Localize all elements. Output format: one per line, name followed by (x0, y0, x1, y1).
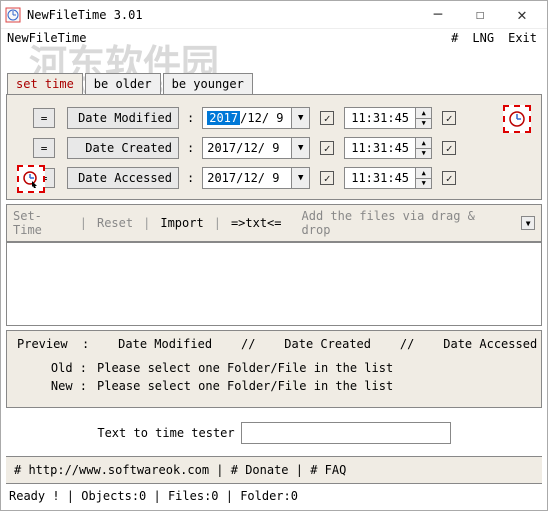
text-to-time-tester: Text to time tester (6, 416, 542, 450)
date-input-modified[interactable]: 2017/12/ 9 ▼ (202, 107, 310, 129)
new-value: Please select one Folder/File in the lis… (97, 379, 393, 393)
bottom-links: # http://www.softwareok.com | # Donate |… (6, 456, 542, 484)
time-text[interactable]: 11:31:45 (345, 168, 415, 188)
tester-input[interactable] (241, 422, 451, 444)
bottom-links-text[interactable]: # http://www.softwareok.com | # Donate |… (14, 463, 346, 477)
colon: : (187, 111, 194, 125)
date-dropdown-icon[interactable]: ▼ (291, 108, 309, 128)
titlebar: NewFileTime 3.01 ─ ☐ ✕ (1, 1, 547, 29)
old-value: Please select one Folder/File in the lis… (97, 361, 393, 375)
preview-header: Preview : Date Modified // Date Created … (17, 337, 537, 351)
minimize-button[interactable]: ─ (417, 2, 459, 28)
exit-link[interactable]: Exit (508, 31, 537, 45)
tester-label: Text to time tester (97, 426, 234, 440)
row-created: = Date Created : 2017/12/ 9 ▼ ✓ 11:31:45… (15, 137, 533, 159)
txt-button[interactable]: =>txt<= (231, 216, 282, 230)
date-rest: /12/ 9 (240, 111, 283, 125)
drag-drop-dropdown[interactable]: ▼ (521, 216, 535, 230)
date-text[interactable]: 2017/12/ 9 (203, 168, 291, 188)
preview-panel: Preview : Date Modified // Date Created … (6, 330, 542, 408)
checkbox-created-date[interactable]: ✓ (320, 141, 334, 155)
row-modified: = Date Modified : 2017/12/ 9 ▼ ✓ 11:31:4… (15, 107, 533, 129)
tab-be-younger[interactable]: be younger (163, 73, 253, 94)
spinner[interactable]: ▲▼ (415, 108, 431, 128)
brand-link[interactable]: NewFileTime (7, 31, 86, 45)
time-text[interactable]: 11:31:45 (345, 138, 415, 158)
time-text[interactable]: 11:31:45 (345, 108, 415, 128)
old-label: Old : (17, 361, 87, 375)
eq-button-modified[interactable]: = (33, 108, 55, 128)
label-created: Date Created (67, 137, 179, 159)
window-controls: ─ ☐ ✕ (417, 2, 543, 28)
tab-be-older[interactable]: be older (85, 73, 161, 94)
spinner[interactable]: ▲▼ (415, 138, 431, 158)
date-input-accessed[interactable]: 2017/12/ 9 ▼ (202, 167, 310, 189)
window-title: NewFileTime 3.01 (27, 8, 417, 22)
spinner[interactable]: ▲▼ (415, 168, 431, 188)
app-icon (5, 7, 21, 23)
hash-link[interactable]: # (451, 31, 458, 45)
time-panel: = Date Modified : 2017/12/ 9 ▼ ✓ 11:31:4… (6, 94, 542, 200)
checkbox-accessed-time[interactable]: ✓ (442, 171, 456, 185)
checkbox-accessed-date[interactable]: ✓ (320, 171, 334, 185)
file-list[interactable] (6, 242, 542, 326)
lng-link[interactable]: LNG (472, 31, 494, 45)
new-label: New : (17, 379, 87, 393)
time-input-accessed[interactable]: 11:31:45 ▲▼ (344, 167, 432, 189)
colon: : (187, 171, 194, 185)
checkbox-modified-date[interactable]: ✓ (320, 111, 334, 125)
toolbar: Set-Time | Reset | Import | =>txt<= Add … (6, 204, 542, 242)
time-input-modified[interactable]: 11:31:45 ▲▼ (344, 107, 432, 129)
date-year-selected[interactable]: 2017 (207, 111, 240, 125)
status-text: Ready ! | Objects:0 | Files:0 | Folder:0 (9, 489, 298, 503)
time-input-created[interactable]: 11:31:45 ▲▼ (344, 137, 432, 159)
set-time-button[interactable]: Set-Time (13, 209, 70, 237)
drag-drop-hint: Add the files via drag & drop (302, 209, 508, 237)
colon: : (187, 141, 194, 155)
tabs: set time be older be younger (1, 49, 547, 94)
clock-icon[interactable] (503, 105, 531, 133)
date-input-created[interactable]: 2017/12/ 9 ▼ (202, 137, 310, 159)
checkbox-created-time[interactable]: ✓ (442, 141, 456, 155)
tab-set-time[interactable]: set time (7, 73, 83, 94)
top-link-bar: NewFileTime # LNG Exit (1, 29, 547, 49)
status-bar: Ready ! | Objects:0 | Files:0 | Folder:0 (1, 484, 547, 508)
import-button[interactable]: Import (160, 216, 203, 230)
reset-button[interactable]: Reset (97, 216, 133, 230)
eq-button-created[interactable]: = (33, 138, 55, 158)
date-dropdown-icon[interactable]: ▼ (291, 138, 309, 158)
row-accessed: = Date Accessed : 2017/12/ 9 ▼ ✓ 11:31:4… (15, 167, 533, 189)
date-dropdown-icon[interactable]: ▼ (291, 168, 309, 188)
checkbox-modified-time[interactable]: ✓ (442, 111, 456, 125)
label-modified: Date Modified (67, 107, 179, 129)
clock-cursor-icon[interactable] (17, 165, 45, 193)
label-accessed: Date Accessed (67, 167, 179, 189)
date-text[interactable]: 2017/12/ 9 (203, 138, 291, 158)
close-button[interactable]: ✕ (501, 2, 543, 28)
maximize-button[interactable]: ☐ (459, 2, 501, 28)
